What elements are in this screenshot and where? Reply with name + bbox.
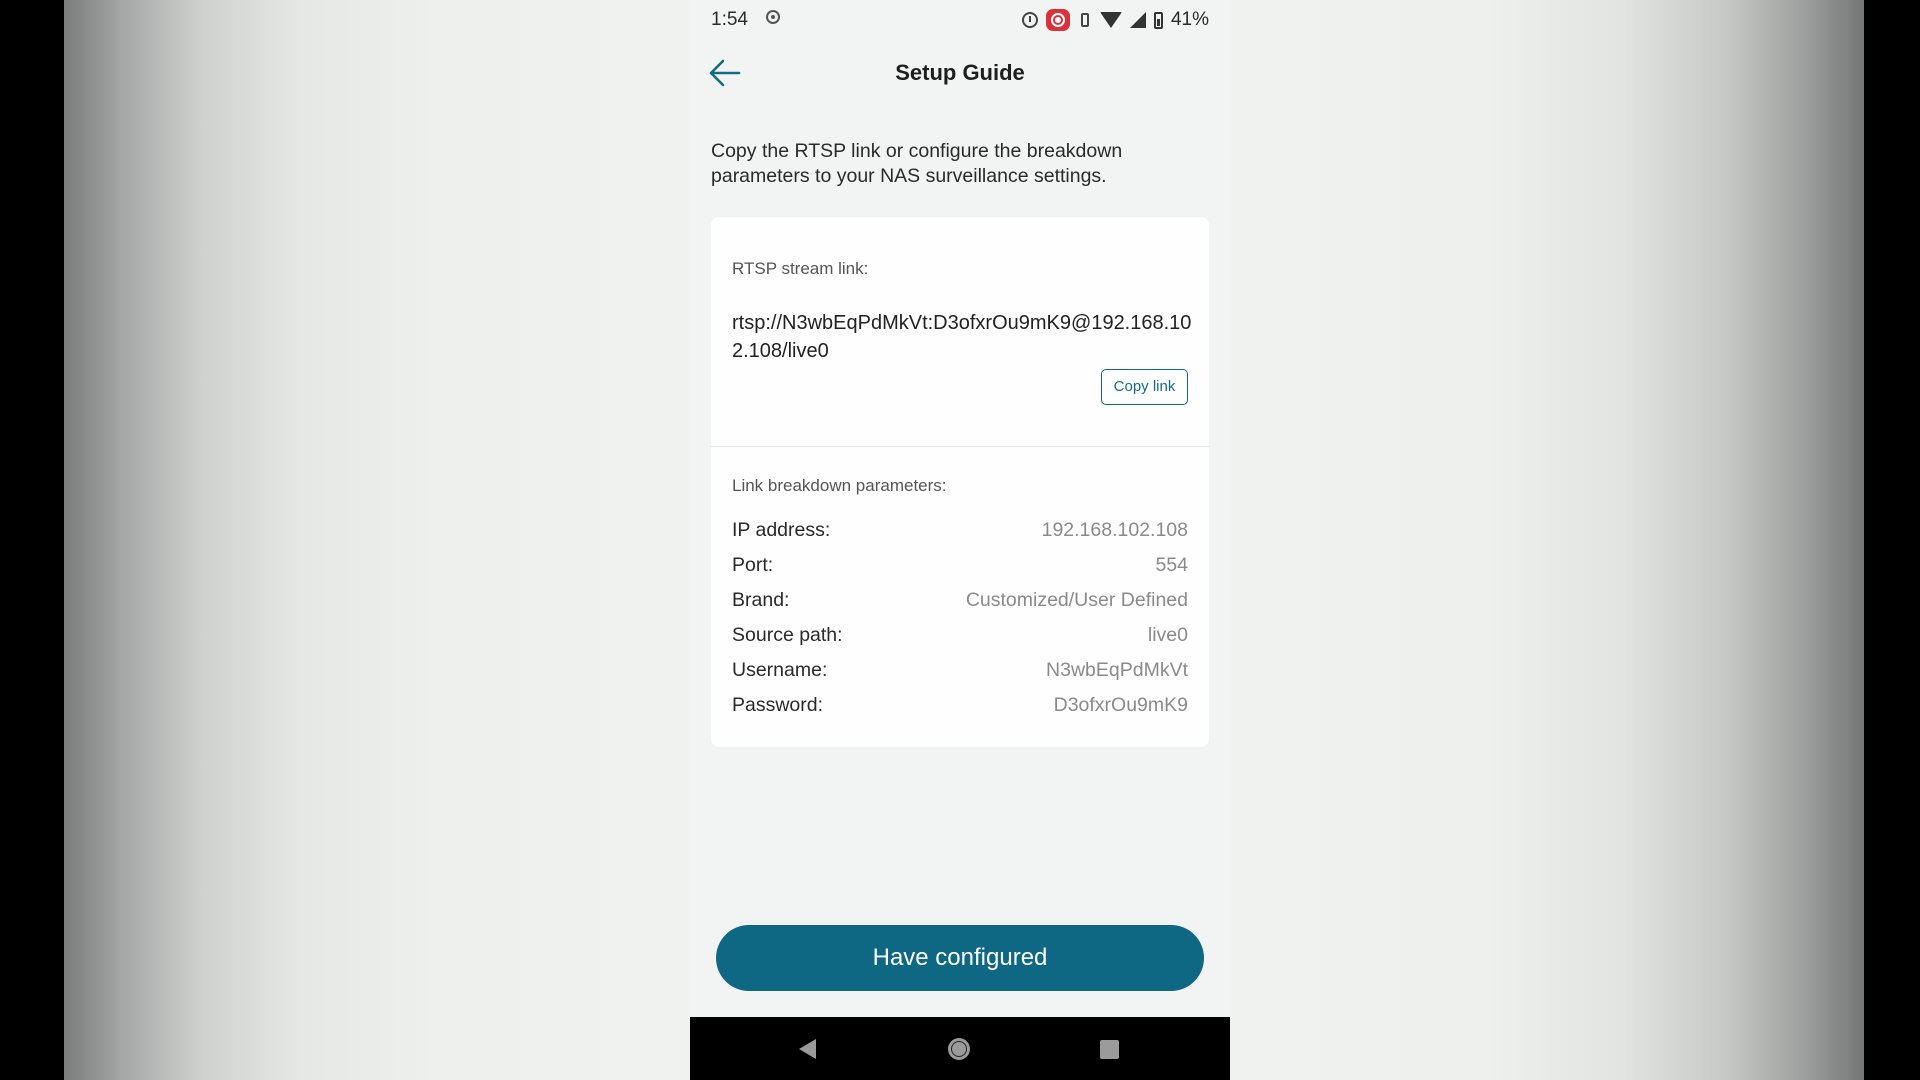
vibrate-icon — [1078, 12, 1092, 28]
copy-link-button[interactable]: Copy link — [1101, 369, 1188, 405]
param-value: D3ofxrOu9mK9 — [1053, 693, 1188, 716]
param-value: live0 — [1147, 623, 1188, 646]
param-row-password: Password: D3ofxrOu9mK9 — [732, 690, 1188, 720]
nav-home-icon[interactable] — [948, 1038, 970, 1060]
letterbox-right — [1864, 0, 1920, 1080]
intro-text: Copy the RTSP link or configure the brea… — [711, 140, 1123, 187]
wifi-icon — [1099, 12, 1122, 28]
signal-icon — [1129, 12, 1146, 28]
param-row-source-path: Source path: live0 — [732, 620, 1188, 650]
system-nav-bar — [690, 1017, 1230, 1080]
screen: 1:54 41% Setup Guide Copy the RTSP link … — [0, 0, 1920, 1080]
screen-record-icon — [766, 10, 780, 24]
battery-percent: 41% — [1170, 9, 1209, 30]
status-bar: 1:54 41% — [690, 0, 1230, 40]
status-icons: 41% — [1021, 8, 1209, 32]
alarm-icon — [1021, 12, 1038, 28]
phone-screen: 1:54 41% Setup Guide Copy the RTSP link … — [690, 0, 1230, 1080]
param-value: N3wbEqPdMkVt — [1046, 658, 1188, 681]
status-time: 1:54 — [711, 9, 748, 30]
param-row-brand: Brand: Customized/User Defined — [732, 585, 1188, 615]
param-value: Customized/User Defined — [965, 588, 1188, 611]
param-row-port: Port: 554 — [732, 550, 1188, 580]
param-label: Password: — [732, 693, 824, 716]
param-label: Source path: — [732, 623, 843, 646]
blurred-backdrop-left — [64, 0, 690, 1080]
page-title: Setup Guide — [895, 60, 1025, 85]
param-row-username: Username: N3wbEqPdMkVt — [732, 655, 1188, 685]
param-row-ip: IP address: 192.168.102.108 — [732, 515, 1188, 545]
param-label: Port: — [732, 553, 774, 576]
param-value: 554 — [1155, 553, 1188, 576]
letterbox-left — [0, 0, 64, 1080]
stream-link-label: RTSP stream link: — [732, 259, 869, 278]
nav-recents-icon[interactable] — [1100, 1040, 1119, 1059]
rtsp-card: RTSP stream link: rtsp://N3wbEqPdMkVt:D3… — [711, 217, 1209, 747]
param-label: Username: — [732, 658, 828, 681]
rtsp-link-text: rtsp://N3wbEqPdMkVt:D3ofxrOu9mK9@192.168… — [732, 312, 1192, 362]
blurred-backdrop-right — [1230, 0, 1864, 1080]
record-app-icon — [1045, 9, 1070, 31]
have-configured-button[interactable]: Have configured — [716, 925, 1204, 991]
param-label: Brand: — [732, 588, 790, 611]
card-divider — [711, 446, 1209, 447]
battery-icon — [1153, 11, 1163, 29]
param-label: IP address: — [732, 518, 831, 541]
breakdown-label: Link breakdown parameters: — [732, 476, 947, 495]
nav-back-icon[interactable] — [799, 1039, 816, 1059]
param-value: 192.168.102.108 — [1041, 518, 1188, 541]
